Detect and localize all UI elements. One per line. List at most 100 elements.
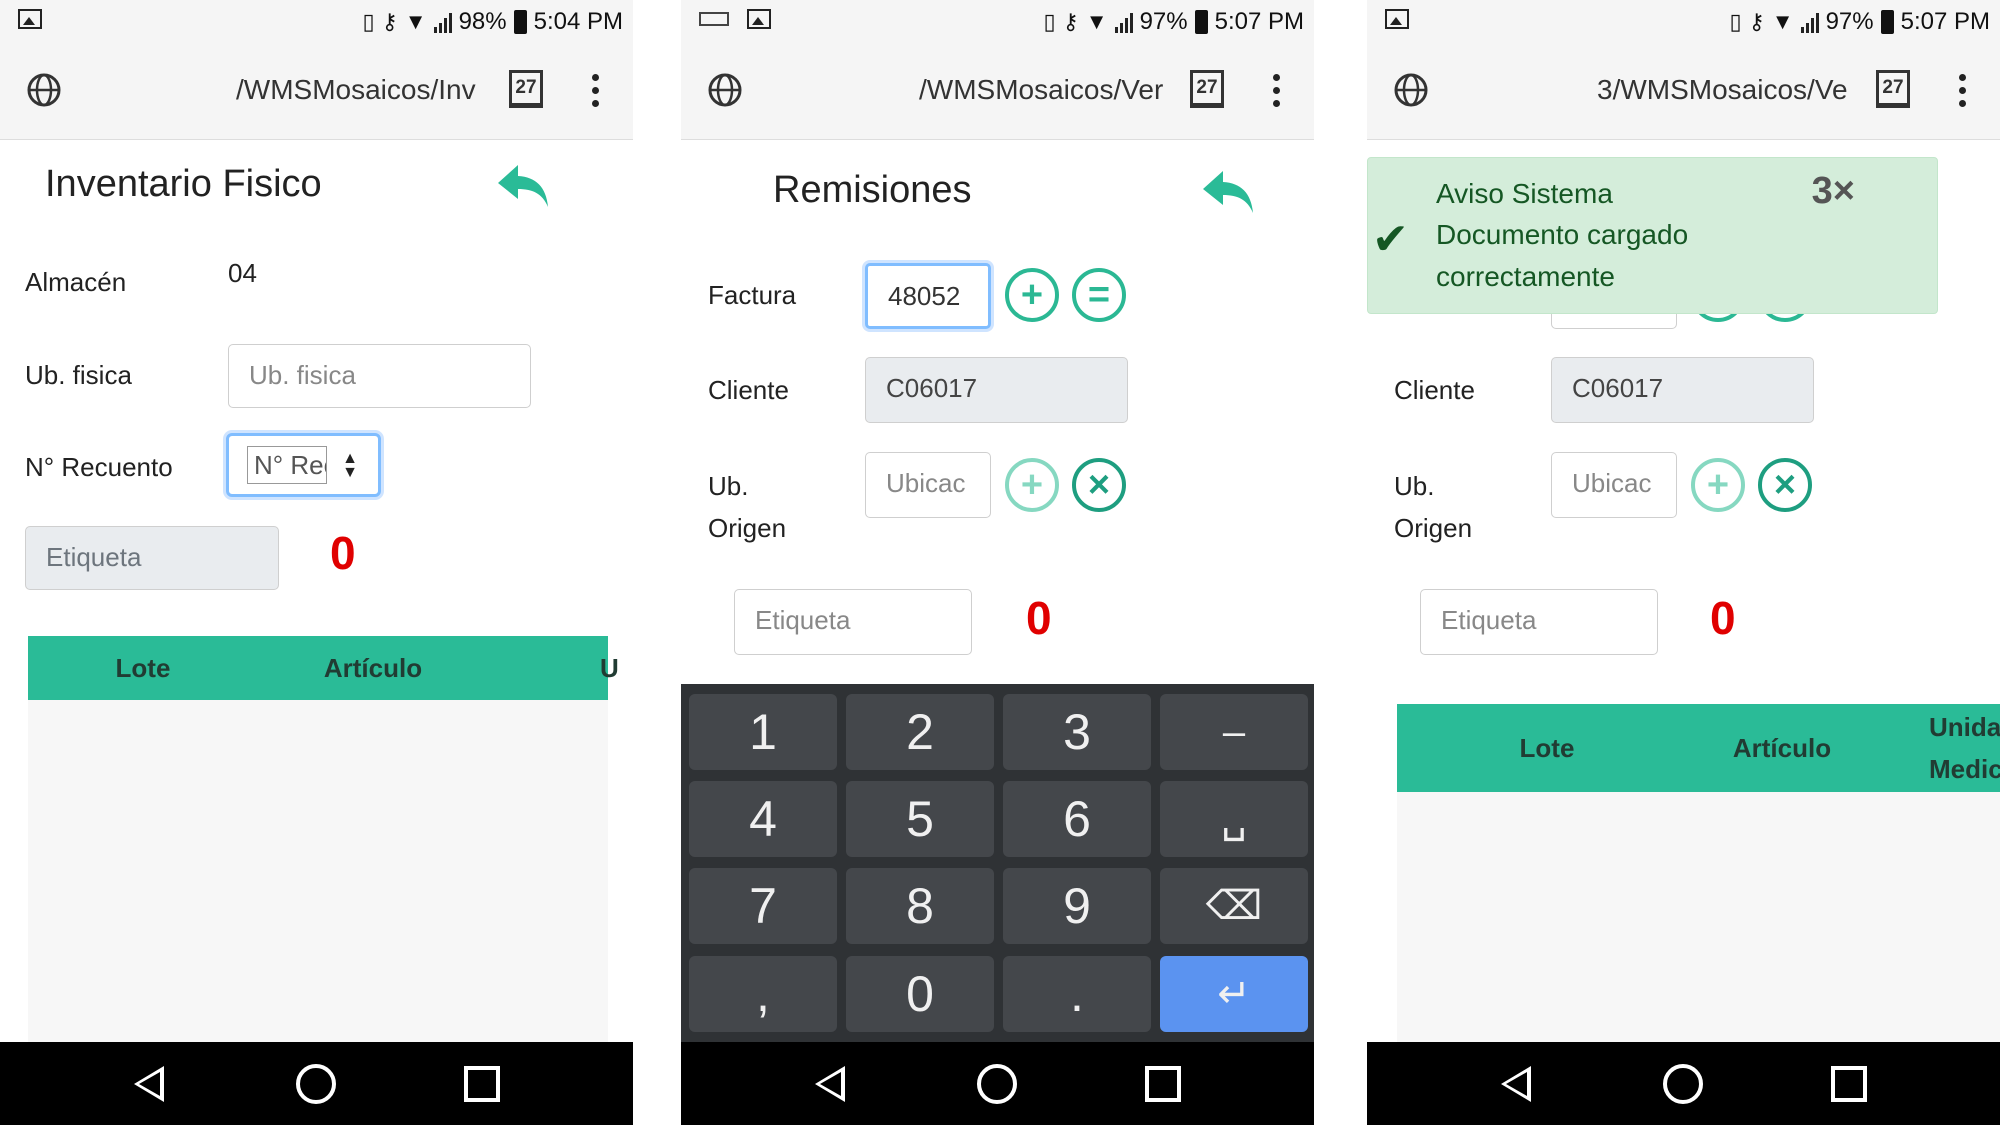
key-8[interactable]: 8 xyxy=(846,868,994,944)
key-enter[interactable]: ↵ xyxy=(1160,956,1308,1032)
vibrate-icon: ▯ xyxy=(362,9,375,34)
etiqueta-input[interactable]: Etiqueta xyxy=(25,526,279,590)
etiqueta-input[interactable]: Etiqueta xyxy=(734,589,972,655)
key-3[interactable]: 3 xyxy=(1003,694,1151,770)
recuento-select[interactable]: N° Rec ▲▼ xyxy=(226,433,381,497)
back-arrow-icon[interactable] xyxy=(1201,169,1255,215)
nav-recents-icon[interactable] xyxy=(1831,1066,1867,1102)
nav-home-icon[interactable] xyxy=(296,1064,336,1104)
wifi-icon: ▼ xyxy=(1771,9,1794,34)
globe-icon[interactable] xyxy=(1393,72,1429,108)
equals-button[interactable]: = xyxy=(1072,268,1126,322)
cliente-input[interactable]: C06017 xyxy=(865,357,1128,423)
tab-switcher-button[interactable]: 27 xyxy=(509,70,543,108)
nav-recents-icon[interactable] xyxy=(1145,1066,1181,1102)
battery-percent: 97% xyxy=(1139,8,1188,35)
etiqueta-input[interactable]: Etiqueta xyxy=(1420,589,1658,655)
key-space[interactable]: ␣ xyxy=(1160,781,1308,857)
ub-fisica-input[interactable]: Ub. fisica xyxy=(228,344,531,408)
url-field[interactable]: 3/WMSMosaicos/Ver xyxy=(1597,74,1847,106)
globe-icon[interactable] xyxy=(26,72,62,108)
toast-close-button[interactable]: 3× xyxy=(1812,170,1855,213)
column-unidad[interactable]: U xyxy=(600,636,630,700)
vibrate-icon: ▯ xyxy=(1729,9,1742,34)
cliente-input[interactable]: C06017 xyxy=(1551,357,1814,423)
column-articulo[interactable]: Artículo xyxy=(258,636,488,700)
battery-icon xyxy=(1880,10,1894,34)
key-minus[interactable]: – xyxy=(1160,694,1308,770)
battery-percent: 98% xyxy=(458,8,507,35)
select-arrows-icon: ▲ ▼ xyxy=(342,450,358,481)
overflow-menu-icon[interactable] xyxy=(1271,74,1281,107)
add-ubicacion-button[interactable]: + xyxy=(1005,458,1059,512)
close-icon: × xyxy=(1773,464,1797,506)
status-bar: ▯ ⚷ ▼ 97% 5:07 PM xyxy=(681,0,1314,42)
column-lote[interactable]: Lote xyxy=(28,636,258,700)
ub-label: Ub. xyxy=(708,471,749,501)
nav-back-icon[interactable] xyxy=(815,1066,845,1102)
page-title: Inventario Fisico xyxy=(45,163,322,205)
wifi-icon: ▼ xyxy=(1085,9,1108,34)
toast-title: Aviso Sistema xyxy=(1436,178,1613,209)
nav-home-icon[interactable] xyxy=(1663,1064,1703,1104)
nav-recents-icon[interactable] xyxy=(464,1066,500,1102)
key-7[interactable]: 7 xyxy=(689,868,837,944)
battery-icon xyxy=(1194,10,1208,34)
key-icon: ⚷ xyxy=(381,9,398,34)
clear-ubicacion-button[interactable]: × xyxy=(1072,458,1126,512)
wifi-icon: ▼ xyxy=(404,9,427,34)
browser-toolbar: /WMSMosaicos/Inv 27 xyxy=(0,42,633,140)
ub-label: Ub. xyxy=(1394,471,1435,501)
nav-back-icon[interactable] xyxy=(1501,1066,1531,1102)
key-9[interactable]: 9 xyxy=(1003,868,1151,944)
ub-origen-input[interactable]: Ubicac xyxy=(1551,452,1677,518)
url-field[interactable]: /WMSMosaicos/Ver xyxy=(919,74,1169,106)
tab-switcher-button[interactable]: 27 xyxy=(1190,70,1224,108)
image-notification-icon xyxy=(1385,9,1409,29)
add-ubicacion-button[interactable]: + xyxy=(1691,458,1745,512)
column-unidad-medida[interactable]: Unida Medic xyxy=(1929,704,2000,792)
key-5[interactable]: 5 xyxy=(846,781,994,857)
grid-header: Lote Artículo U xyxy=(28,636,619,700)
key-0[interactable]: 0 xyxy=(846,956,994,1032)
check-icon: ✔ xyxy=(1372,215,1409,264)
overflow-menu-icon[interactable] xyxy=(1957,74,1967,107)
key-6[interactable]: 6 xyxy=(1003,781,1151,857)
key-comma[interactable]: , xyxy=(689,956,837,1032)
browser-toolbar: /WMSMosaicos/Ver 27 xyxy=(681,42,1314,140)
ub-origen-input[interactable]: Ubicac xyxy=(865,452,991,518)
add-button[interactable]: + xyxy=(1005,268,1059,322)
clear-ubicacion-button[interactable]: × xyxy=(1758,458,1812,512)
nav-back-icon[interactable] xyxy=(134,1066,164,1102)
count-value: 0 xyxy=(1710,592,1736,644)
plus-icon: + xyxy=(1020,274,1044,316)
column-articulo[interactable]: Artículo xyxy=(1657,704,1907,792)
numeric-keyboard: 1 2 3 – 4 5 6 ␣ 7 8 9 ⌫ , 0 . ↵ xyxy=(681,684,1314,1042)
factura-input[interactable]: 48052 xyxy=(865,263,991,329)
url-field[interactable]: /WMSMosaicos/Inv xyxy=(236,74,486,106)
grid-body xyxy=(1397,792,2000,1042)
origen-label: Origen xyxy=(1394,513,1473,543)
battery-percent: 97% xyxy=(1825,8,1874,35)
status-bar: ▯ ⚷ ▼ 97% 5:07 PM xyxy=(1367,0,2000,42)
toast-message: Documento cargado correctamente xyxy=(1436,219,1689,292)
key-backspace[interactable]: ⌫ xyxy=(1160,868,1308,944)
key-4[interactable]: 4 xyxy=(689,781,837,857)
almacen-value: 04 xyxy=(228,258,257,288)
image-notification-icon xyxy=(747,9,771,29)
column-lote[interactable]: Lote xyxy=(1397,704,1697,792)
signal-icon xyxy=(1800,11,1819,33)
globe-icon[interactable] xyxy=(707,72,743,108)
equals-icon: = xyxy=(1087,274,1111,316)
origen-label: Origen xyxy=(708,513,787,543)
key-period[interactable]: . xyxy=(1003,956,1151,1032)
plus-icon: + xyxy=(1020,464,1044,506)
key-2[interactable]: 2 xyxy=(846,694,994,770)
overflow-menu-icon[interactable] xyxy=(590,74,600,107)
nav-home-icon[interactable] xyxy=(977,1064,1017,1104)
key-1[interactable]: 1 xyxy=(689,694,837,770)
back-arrow-icon[interactable] xyxy=(496,163,550,209)
tab-switcher-button[interactable]: 27 xyxy=(1876,70,1910,108)
count-value: 0 xyxy=(1026,592,1052,644)
screen-remisiones: ▯ ⚷ ▼ 97% 5:07 PM /WMSMosaicos/Ver 27 Re… xyxy=(681,0,1314,1125)
